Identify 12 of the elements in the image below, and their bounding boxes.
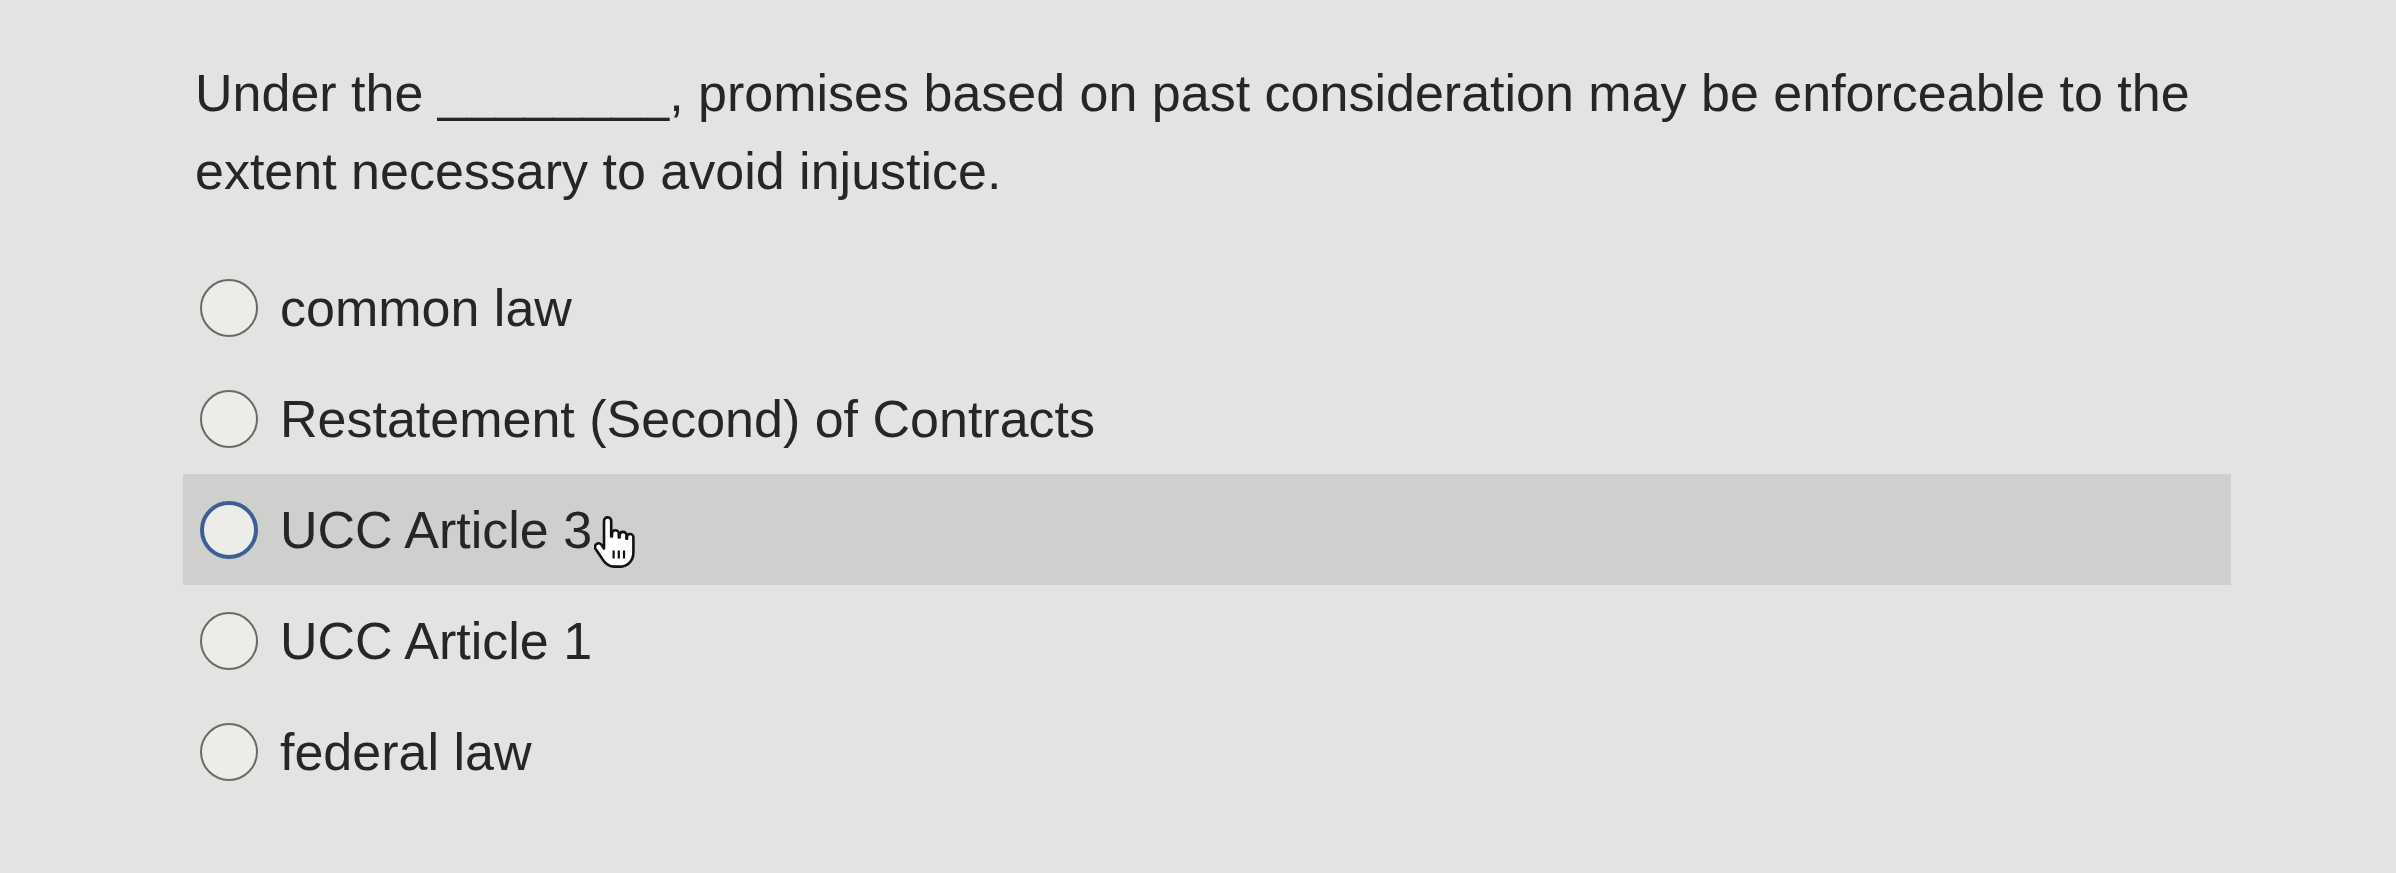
question-text: Under the ________, promises based on past consideration may be enforceable to the extent necessary to avoid injustice.: [195, 63, 2191, 202]
radio-button[interactable]: [200, 278, 258, 337]
radio-button[interactable]: [200, 500, 258, 559]
option-label[interactable]: Restatement (Second) of Contracts: [280, 389, 1096, 448]
radio-button[interactable]: [200, 722, 258, 781]
option-label[interactable]: UCC Article 1: [280, 611, 593, 670]
radio-button[interactable]: [200, 389, 258, 448]
option-label[interactable]: UCC Article 3: [280, 500, 593, 559]
radio-button[interactable]: [200, 611, 258, 670]
option-label[interactable]: federal law: [280, 722, 532, 781]
option-label[interactable]: common law: [280, 278, 572, 337]
hand-cursor-icon: [594, 515, 637, 568]
